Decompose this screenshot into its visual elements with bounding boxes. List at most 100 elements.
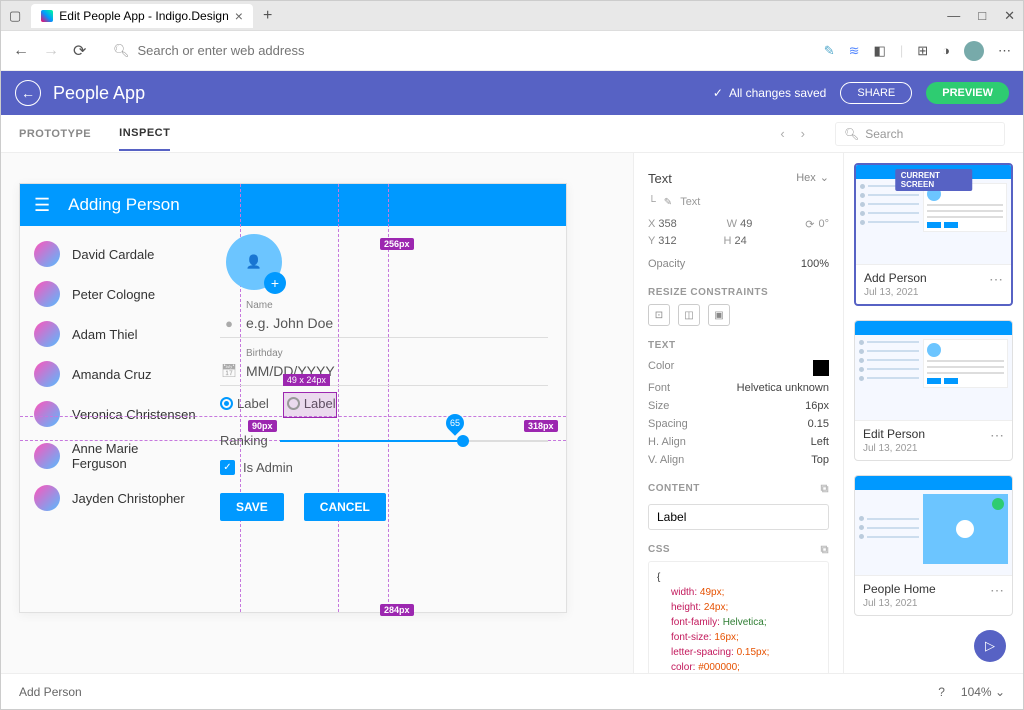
artboard: ☰ Adding Person David Cardale Peter Colo… <box>19 183 567 613</box>
birthday-label: Birthday <box>246 348 548 359</box>
profile-avatar[interactable] <box>964 41 984 61</box>
rotate-icon: ⟳ <box>805 218 814 231</box>
list-item[interactable]: Adam Thiel <box>20 314 210 354</box>
birthday-field[interactable]: 📅︎ MM/DD/YYYY <box>220 359 548 386</box>
color-swatch[interactable] <box>813 360 829 376</box>
screen-card[interactable]: Edit PersonJul 13, 2021 ⋯ <box>854 320 1013 461</box>
content-input[interactable] <box>648 504 829 530</box>
preview-button[interactable]: PREVIEW <box>926 82 1009 104</box>
list-item[interactable]: Amanda Cruz <box>20 354 210 394</box>
url-box[interactable]: 🔍︎ <box>103 39 812 63</box>
admin-label: Is Admin <box>243 460 293 475</box>
avatar <box>34 241 60 267</box>
avatar <box>34 443 60 469</box>
app-icon[interactable]: ⊞ <box>917 43 928 59</box>
slider-tooltip: 65 <box>442 410 467 435</box>
app-bar: ← People App ✓ All changes saved SHARE P… <box>1 71 1023 115</box>
more-icon[interactable]: ⋯ <box>990 582 1004 599</box>
new-tab-button[interactable]: + <box>263 7 272 25</box>
screen-title: Adding Person <box>68 195 180 215</box>
ranking-slider[interactable]: 65 <box>280 440 548 442</box>
measure-right: 318px <box>524 420 558 432</box>
canvas[interactable]: ☰ Adding Person David Cardale Peter Colo… <box>1 153 633 673</box>
next-icon[interactable]: › <box>801 126 805 141</box>
constraint-icon[interactable]: ◫ <box>678 304 700 326</box>
corner-icon: └ <box>648 196 656 208</box>
chevron-down-icon: ⌄ <box>995 685 1005 699</box>
measure-left: 90px <box>248 420 277 432</box>
avatar <box>34 401 60 427</box>
collections-icon[interactable]: ◧ <box>874 43 886 59</box>
prev-icon[interactable]: ‹ <box>780 126 784 141</box>
back-icon[interactable]: ← <box>13 42 31 60</box>
list-item[interactable]: Veronica Christensen <box>20 394 210 434</box>
minimize-icon[interactable]: — <box>947 8 960 24</box>
help-icon[interactable]: ? <box>938 685 945 699</box>
tab-title: Edit People App - Indigo.Design <box>59 9 228 23</box>
avatar <box>34 485 60 511</box>
constraints-header: RESIZE CONSTRAINTS <box>648 287 829 298</box>
radio-icon <box>220 397 233 410</box>
tab-prototype[interactable]: PROTOTYPE <box>19 118 91 150</box>
constraint-icon[interactable]: ⊡ <box>648 304 670 326</box>
slider-thumb[interactable] <box>457 435 469 447</box>
close-window-icon[interactable]: ✕ <box>1004 8 1015 24</box>
constraint-icon[interactable]: ▣ <box>708 304 730 326</box>
window-titlebar: ▢ Edit People App - Indigo.Design × + — … <box>1 1 1023 31</box>
css-header: CSS⧉ <box>648 544 829 555</box>
screens-panel: CURRENT SCREEN Add PersonJul 13, 2021 ⋯ <box>843 153 1023 673</box>
more-icon[interactable]: ⋯ <box>989 271 1003 288</box>
color-format-select[interactable]: Hex ⌄ <box>796 171 829 184</box>
admin-checkbox[interactable]: ✓ <box>220 460 235 475</box>
constraint-options[interactable]: ⊡ ◫ ▣ <box>648 304 829 326</box>
copy-icon[interactable]: ⧉ <box>821 544 829 557</box>
address-bar: ← → ⟳ 🔍︎ ✎ ≋ ◧ | ⊞ ◑ ⋯ <box>1 31 1023 71</box>
screen-header: ☰ Adding Person <box>20 184 566 226</box>
more-icon[interactable]: ⋯ <box>990 427 1004 444</box>
app-back-button[interactable]: ← <box>15 80 41 106</box>
share-button[interactable]: SHARE <box>840 82 912 104</box>
person-icon: 👤 <box>246 254 262 270</box>
name-field[interactable]: ● e.g. John Doe <box>220 311 548 338</box>
copy-icon[interactable]: ⧉ <box>821 483 829 496</box>
maximize-icon[interactable]: □ <box>978 8 986 24</box>
cancel-button[interactable]: CANCEL <box>304 493 386 521</box>
avatar <box>34 281 60 307</box>
name-label: Name <box>246 300 548 311</box>
extension-icon[interactable]: ✎ <box>824 43 835 59</box>
screen-card[interactable]: People HomeJul 13, 2021 ⋯ <box>854 475 1013 616</box>
app-title: People App <box>53 83 145 104</box>
play-fab[interactable]: ▷ <box>974 630 1006 662</box>
measure-bottom: 284px <box>380 604 414 616</box>
zoom-level[interactable]: 104% ⌄ <box>961 685 1005 699</box>
list-item[interactable]: Peter Cologne <box>20 274 210 314</box>
radio-option-2[interactable]: 49 x 24px Label <box>287 396 336 411</box>
check-icon: ✓ <box>713 86 723 100</box>
url-input[interactable] <box>138 43 802 58</box>
menu-icon[interactable]: ☰ <box>34 195 50 216</box>
save-status: ✓ All changes saved <box>713 86 826 100</box>
tab-inspect[interactable]: INSPECT <box>119 117 170 151</box>
text-header: TEXT <box>648 340 829 351</box>
search-icon: 🔍︎ <box>113 43 130 59</box>
list-item[interactable]: Jayden Christopher <box>20 478 210 518</box>
screens-search[interactable]: 🔍︎ Search <box>835 122 1005 146</box>
tabs-icon[interactable]: ▢ <box>9 8 21 24</box>
more-icon[interactable]: ⋯ <box>998 43 1011 59</box>
avatar-upload[interactable]: 👤 + <box>226 234 282 290</box>
avatar <box>34 321 60 347</box>
radio-option-1[interactable]: Label <box>220 396 269 411</box>
forward-icon[interactable]: → <box>43 42 61 60</box>
screen-card[interactable]: CURRENT SCREEN Add PersonJul 13, 2021 ⋯ <box>854 163 1013 306</box>
close-icon[interactable]: × <box>235 8 243 24</box>
list-item[interactable]: David Cardale <box>20 234 210 274</box>
save-button[interactable]: SAVE <box>220 493 284 521</box>
browser-tab[interactable]: Edit People App - Indigo.Design × <box>31 4 253 28</box>
flow-icon[interactable]: ≋ <box>849 43 860 59</box>
edit-icon[interactable]: ✎ <box>664 197 672 208</box>
measure-top: 256px <box>380 238 414 250</box>
add-icon[interactable]: + <box>264 272 286 294</box>
shield-icon[interactable]: ◑ <box>942 43 950 58</box>
current-screen-badge: CURRENT SCREEN <box>895 169 973 191</box>
refresh-icon[interactable]: ⟳ <box>73 41 91 61</box>
